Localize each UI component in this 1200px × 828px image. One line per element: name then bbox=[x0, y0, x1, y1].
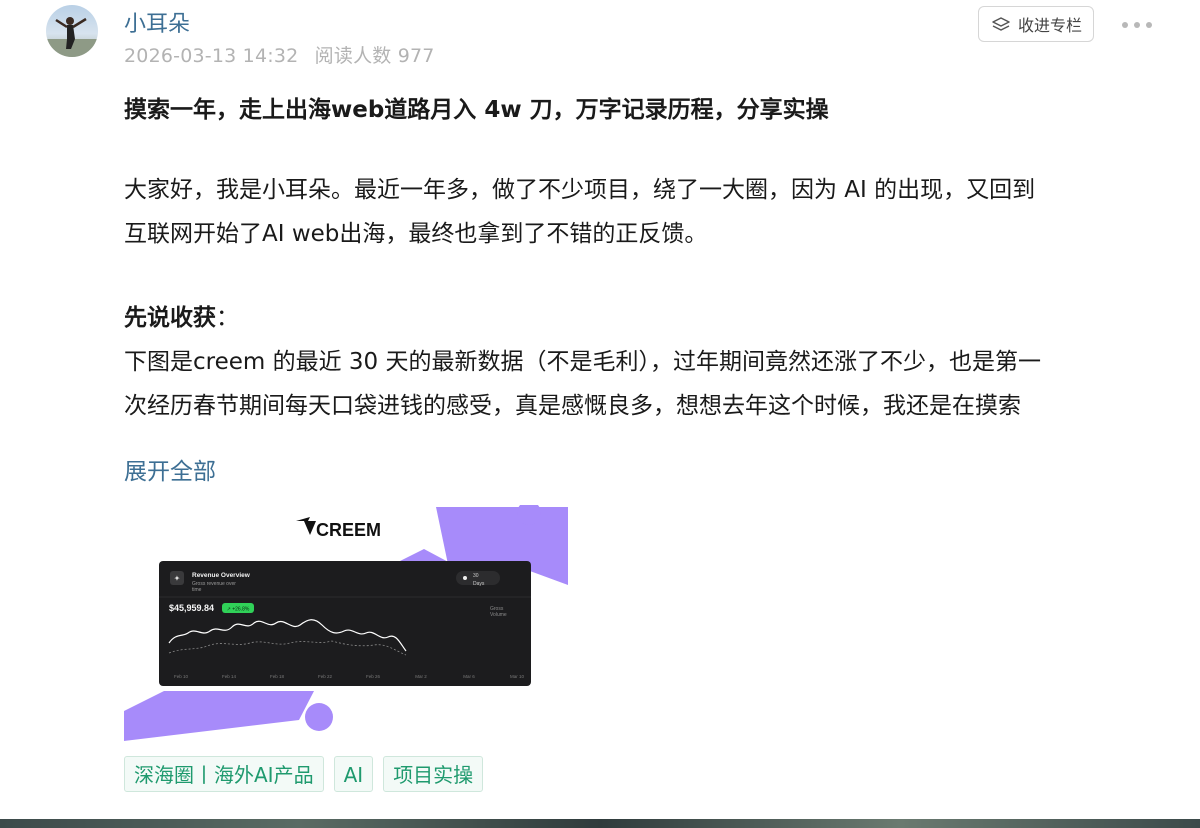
collect-to-column-button[interactable]: 收进专栏 bbox=[978, 6, 1094, 42]
period-unit: Days bbox=[473, 581, 485, 587]
svg-text:✦: ✦ bbox=[174, 574, 181, 583]
revenue-amount: $45,959.84 bbox=[169, 603, 214, 613]
x-tick: Feb 26 bbox=[366, 674, 381, 679]
creem-logo: CREEM bbox=[296, 517, 381, 540]
brand-name: CREEM bbox=[316, 520, 381, 540]
card-title: Revenue Overview bbox=[192, 572, 251, 579]
post-title: 摸索一年，走上出海web道路月入 4w 刀，万字记录历程，分享实操 bbox=[124, 97, 829, 123]
change-value: ↗ +26.8% bbox=[227, 607, 250, 613]
collect-label: 收进专栏 bbox=[1017, 16, 1082, 35]
x-tick: Mar 6 bbox=[463, 674, 475, 679]
more-options-icon[interactable] bbox=[1122, 16, 1152, 34]
card-subtitle: time bbox=[192, 587, 202, 593]
tag-ai[interactable]: AI bbox=[333, 756, 374, 792]
x-tick: Feb 14 bbox=[222, 674, 237, 679]
legend-label: Volume bbox=[490, 612, 507, 618]
post-paragraph: 先说收获： 下图是creem 的最近 30 天的最新数据（不是毛利），过年期间竟… bbox=[124, 296, 1041, 428]
post-paragraph: 大家好，我是小耳朵。最近一年多，做了不少项目，绕了一大圈，因为 AI 的出现，又… bbox=[124, 168, 1035, 256]
x-tick: Feb 22 bbox=[318, 674, 333, 679]
paragraph-line: 互联网开始了AI web出海，最终也拿到了不错的正反馈。 bbox=[124, 221, 708, 247]
tag-list: 深海圈丨海外AI产品 AI 项目实操 bbox=[124, 756, 484, 792]
post-meta: 2026-03-13 14:32 阅读人数 977 bbox=[124, 41, 435, 68]
heading-colon: ： bbox=[216, 305, 239, 331]
paragraph-line: 次经历春节期间每天口袋进钱的感受，真是感慨良多，想想去年这个时候，我还是在摸索 bbox=[124, 393, 1021, 419]
paragraph-line: 下图是creem 的最近 30 天的最新数据（不是毛利），过年期间竟然还涨了不少… bbox=[124, 349, 1042, 375]
paragraph-line: 大家好，我是小耳朵。最近一年多，做了不少项目，绕了一大圈，因为 AI 的出现，又… bbox=[124, 177, 1036, 203]
x-tick: Mar 10 bbox=[510, 674, 525, 679]
tag-project-practice[interactable]: 项目实操 bbox=[383, 756, 484, 792]
x-tick: Feb 10 bbox=[174, 674, 189, 679]
avatar[interactable] bbox=[46, 5, 98, 57]
tag-deep-sea-circle[interactable]: 深海圈丨海外AI产品 bbox=[124, 756, 324, 792]
period-value: 30 bbox=[473, 573, 479, 579]
read-count: 阅读人数 977 bbox=[314, 45, 435, 67]
author-name[interactable]: 小耳朵 bbox=[124, 6, 190, 38]
x-tick: Mar 2 bbox=[415, 674, 427, 679]
post-date: 2026-03-13 14:32 bbox=[124, 45, 299, 67]
post-image[interactable]: CREEM ✦ Revenue Overview Gross revenue o… bbox=[124, 505, 568, 741]
x-tick: Feb 18 bbox=[270, 674, 285, 679]
section-heading: 先说收获 bbox=[124, 305, 216, 331]
bottom-edge-strip bbox=[0, 819, 1200, 828]
collect-icon bbox=[992, 17, 1010, 31]
expand-all-link[interactable]: 展开全部 bbox=[124, 452, 216, 486]
